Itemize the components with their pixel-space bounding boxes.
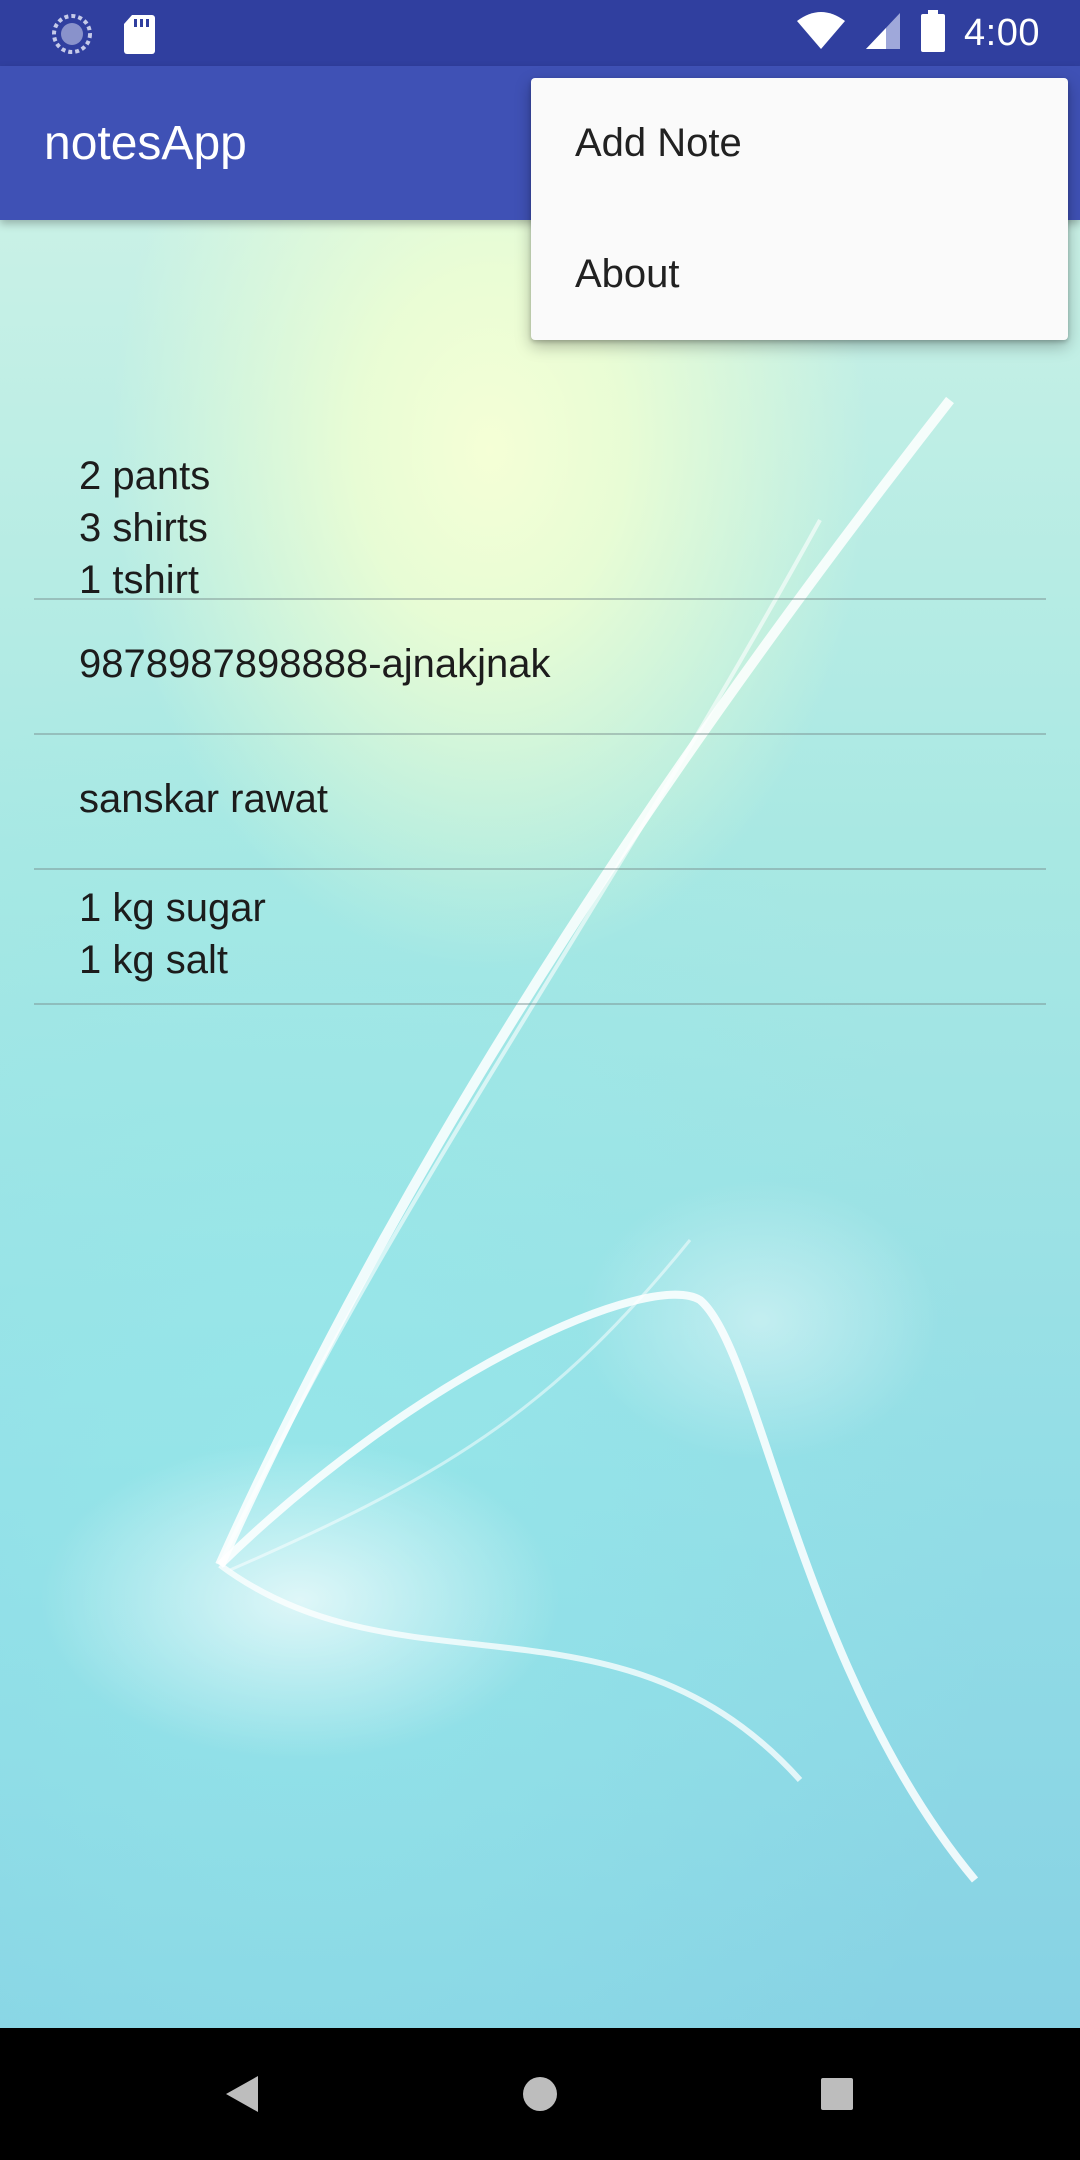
- status-right-icons: 4:00: [796, 8, 1040, 58]
- system-navigation-bar: [0, 2028, 1080, 2160]
- note-item[interactable]: sanskar rawat: [34, 735, 1046, 870]
- note-text-line: 1 kg salt: [79, 938, 228, 982]
- note-text-line: sanskar rawat: [79, 777, 328, 821]
- sd-card-icon: [122, 13, 156, 60]
- note-text-line: 3 shirts: [79, 506, 208, 550]
- note-item[interactable]: 2 pants 3 shirts 1 tshirt: [34, 450, 1046, 602]
- note-text-line: 9878987898888-ajnakjnak: [79, 642, 551, 686]
- cell-signal-icon: [864, 11, 902, 56]
- recents-button[interactable]: [797, 2058, 877, 2130]
- back-icon: [226, 2076, 258, 2112]
- app-title: notesApp: [44, 117, 247, 170]
- phone-screen: 4:00 notesApp 2 pants 3 shirts 1 tshirt …: [0, 0, 1080, 2160]
- status-bar: 4:00: [0, 0, 1080, 66]
- note-text-line: 1 tshirt: [79, 558, 200, 602]
- menu-item-add-note[interactable]: Add Note: [531, 78, 1068, 209]
- home-icon: [523, 2077, 557, 2111]
- wifi-icon: [796, 11, 846, 56]
- status-clock: 4:00: [964, 12, 1040, 54]
- recents-icon: [821, 2078, 853, 2110]
- overflow-menu: Add Note About: [531, 78, 1068, 340]
- notes-content-area: 2 pants 3 shirts 1 tshirt 9878987898888-…: [0, 220, 1080, 2028]
- notes-list: 2 pants 3 shirts 1 tshirt 9878987898888-…: [34, 450, 1046, 1005]
- status-left-icons: [50, 12, 156, 61]
- note-text-line: 2 pants: [79, 454, 211, 498]
- sync-icon: [50, 12, 94, 61]
- home-button[interactable]: [500, 2058, 580, 2130]
- note-text-line: 1 kg sugar: [79, 886, 266, 930]
- menu-item-about[interactable]: About: [531, 209, 1068, 340]
- battery-icon: [920, 9, 946, 57]
- note-item[interactable]: 1 kg sugar 1 kg salt: [34, 870, 1046, 1005]
- back-button[interactable]: [202, 2058, 282, 2130]
- note-item[interactable]: 9878987898888-ajnakjnak: [34, 600, 1046, 735]
